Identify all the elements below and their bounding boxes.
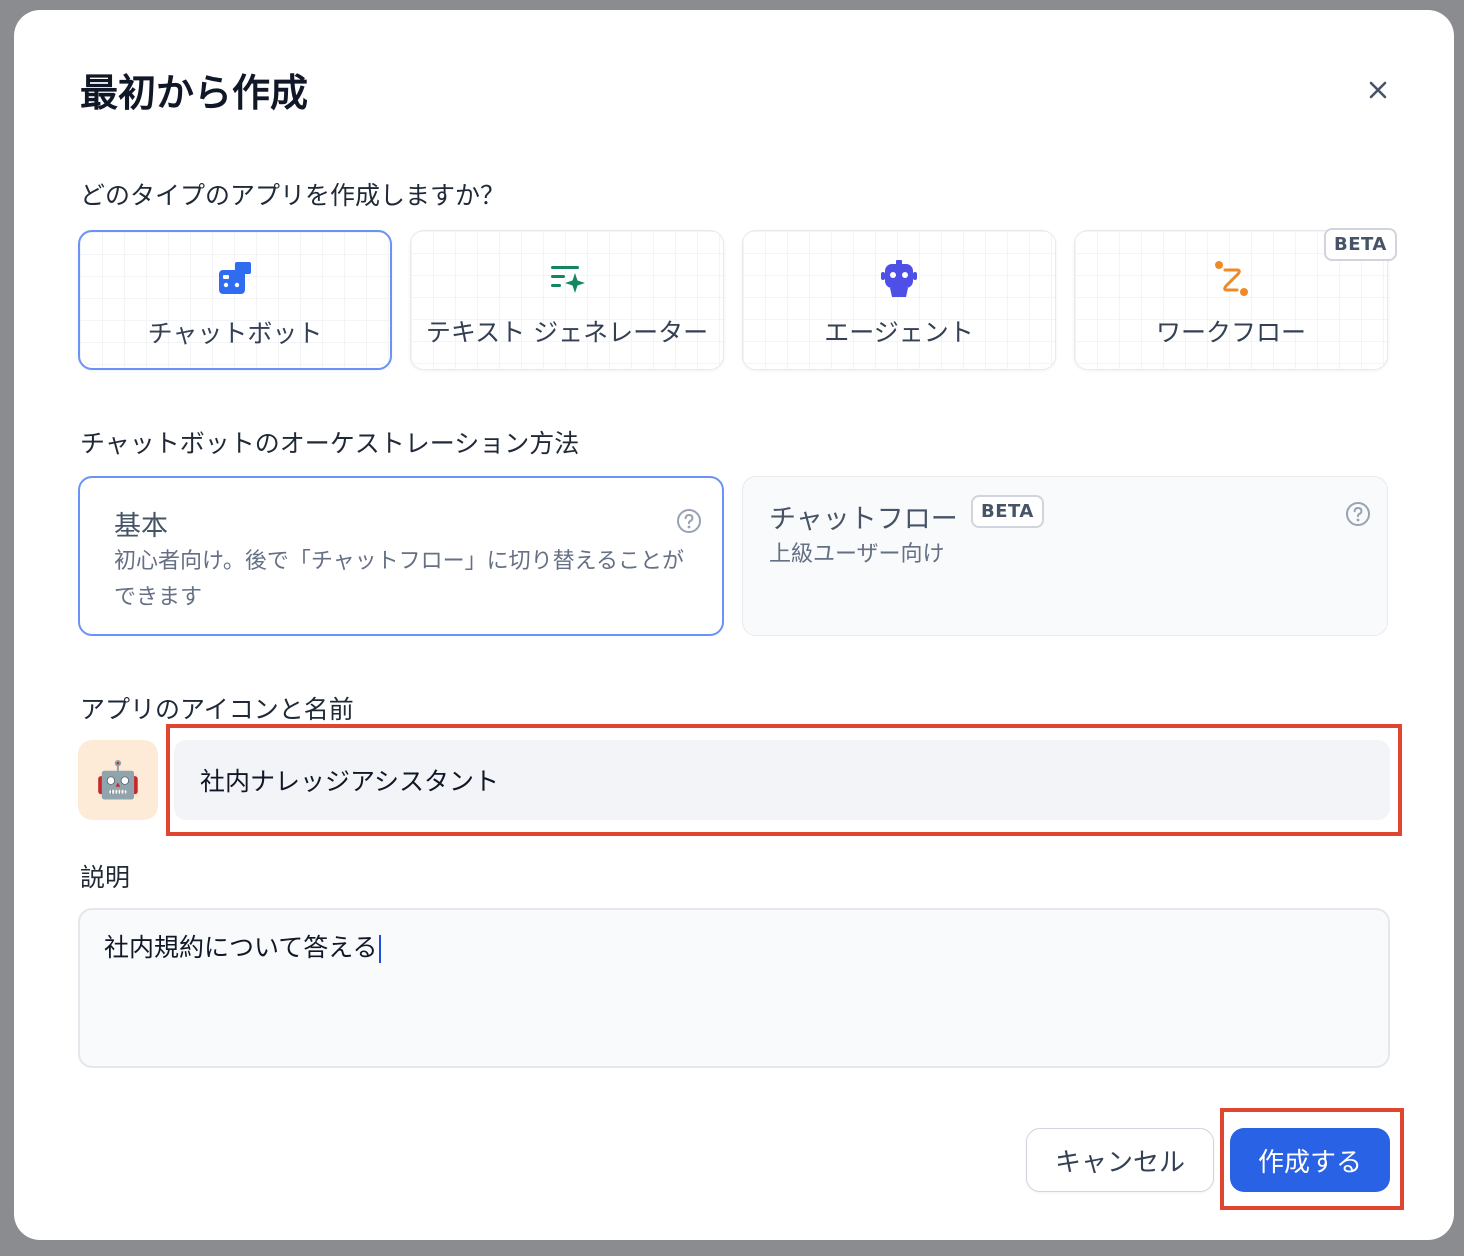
orchestration-chatflow[interactable]: チャットフロー BETA 上級ユーザー向け — [742, 476, 1388, 636]
orchestration-chatflow-desc: 上級ユーザー向け — [769, 542, 945, 567]
type-card-agent[interactable]: エージェント — [742, 230, 1056, 370]
workflow-beta-badge: BETA — [1324, 228, 1397, 261]
description-label: 説明 — [80, 863, 131, 892]
robot-emoji-icon: 🤖 — [95, 760, 141, 801]
close-icon[interactable] — [1360, 72, 1396, 108]
text-caret — [378, 935, 381, 963]
orchestration-chatflow-title: チャットフロー — [769, 504, 958, 535]
app-type-question: どのタイプのアプリを作成しますか？ — [80, 181, 506, 210]
type-label-workflow: ワークフロー — [1155, 318, 1306, 347]
description-textarea[interactable]: 社内規約について答える — [78, 908, 1390, 1068]
highlight-box-create — [1220, 1108, 1404, 1210]
chatflow-beta-badge: BETA — [971, 495, 1044, 528]
type-label-agent: エージェント — [824, 318, 974, 347]
help-icon[interactable] — [1345, 501, 1371, 527]
cancel-button[interactable]: キャンセル — [1026, 1128, 1214, 1192]
create-app-dialog: 最初から作成 どのタイプのアプリを作成しますか？ チャットボット テキスト ジェ… — [14, 10, 1454, 1240]
orchestration-basic-desc: 初心者向け。後で「チャットフロー」に切り替えることができます — [114, 549, 685, 610]
type-label-chatbot: チャットボット — [147, 319, 323, 348]
orchestration-basic[interactable]: 基本 初心者向け。後で「チャットフロー」に切り替えることができます — [78, 476, 724, 636]
chatbot-icon — [219, 262, 251, 294]
app-icon-picker[interactable]: 🤖 — [78, 740, 158, 820]
highlight-box-name — [166, 724, 1402, 836]
orchestration-basic-title: 基本 — [114, 511, 168, 542]
dialog-title: 最初から作成 — [80, 71, 309, 115]
text-generator-icon — [551, 266, 585, 293]
orchestration-label: チャットボットのオーケストレーション方法 — [80, 429, 580, 458]
workflow-icon — [1215, 261, 1248, 296]
type-label-text-generator: テキスト ジェネレーター — [425, 318, 709, 347]
type-card-chatbot[interactable]: チャットボット — [78, 230, 392, 370]
help-icon[interactable] — [676, 508, 702, 534]
icon-name-label: アプリのアイコンと名前 — [80, 695, 354, 724]
description-value: 社内規約について答える — [104, 933, 378, 962]
type-card-text-generator[interactable]: テキスト ジェネレーター — [410, 230, 724, 370]
agent-icon — [881, 260, 917, 297]
